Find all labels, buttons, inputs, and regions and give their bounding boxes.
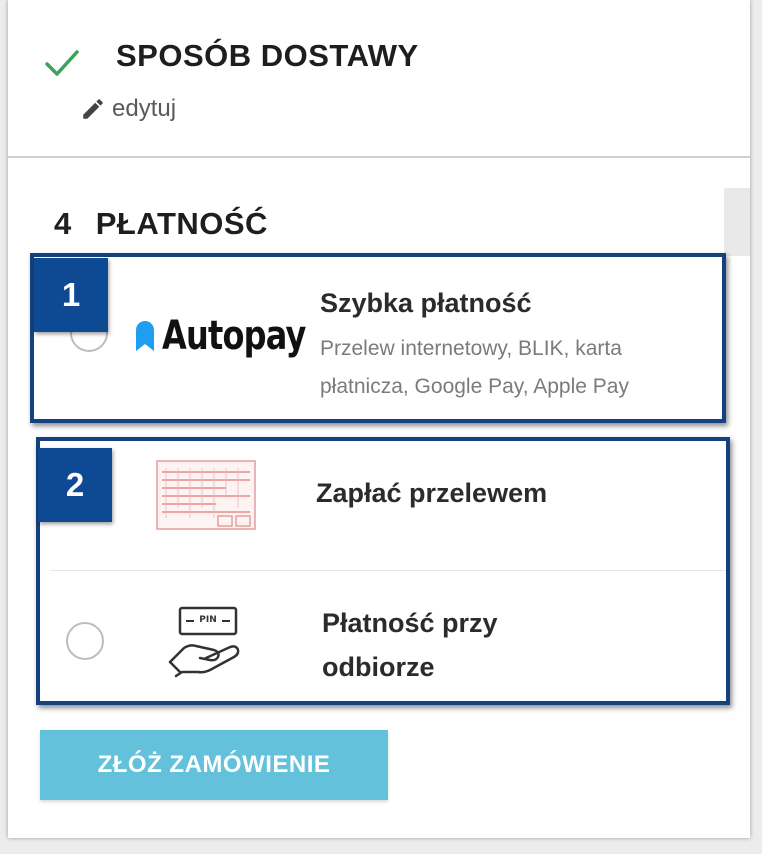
payment-title: PŁATNOŚĆ — [95, 206, 268, 241]
place-order-button[interactable]: ZŁÓŻ ZAMÓWIENIE — [40, 730, 388, 800]
edit-delivery-link[interactable]: edytuj — [80, 94, 176, 124]
option-title-cod-line1: Płatność przy — [322, 608, 498, 638]
option-separator — [50, 570, 726, 571]
option-desc-line2: płatnicza, Google Pay, Apple Pay — [320, 375, 629, 398]
autopay-wordmark: Autopay — [162, 313, 306, 359]
autopay-mark-icon — [136, 321, 154, 351]
autopay-logo: Autopay — [134, 314, 342, 358]
pencil-icon — [83, 99, 103, 119]
pin-label: PIN — [199, 615, 217, 625]
delivery-section: SPOSÓB DOSTAWY edytuj — [8, 0, 750, 156]
annotation-badge-2: 2 — [38, 448, 112, 522]
transfer-form-icon — [156, 460, 256, 530]
annotation-badge-1: 1 — [34, 258, 108, 332]
hand-card-pin-icon: PIN — [166, 604, 246, 678]
step-number: 4 — [54, 206, 72, 241]
section-divider — [8, 156, 750, 158]
option-title-transfer: Zapłać przelewem — [316, 478, 548, 508]
delivery-title: SPOSÓB DOSTAWY — [116, 38, 419, 73]
payment-section-header: 4 PŁATNOŚĆ — [54, 206, 268, 242]
radio-cod[interactable] — [66, 622, 104, 660]
option-desc-line1: Przelew internetowy, BLIK, karta — [320, 337, 622, 360]
edit-label: edytuj — [112, 95, 177, 122]
option-title-cod-line2: odbiorze — [322, 652, 435, 682]
check-icon — [45, 50, 79, 76]
checkout-panel: SPOSÓB DOSTAWY edytuj 4 PŁATNOŚĆ Autopay… — [8, 0, 750, 838]
option-title-autopay: Szybka płatność — [320, 288, 532, 318]
